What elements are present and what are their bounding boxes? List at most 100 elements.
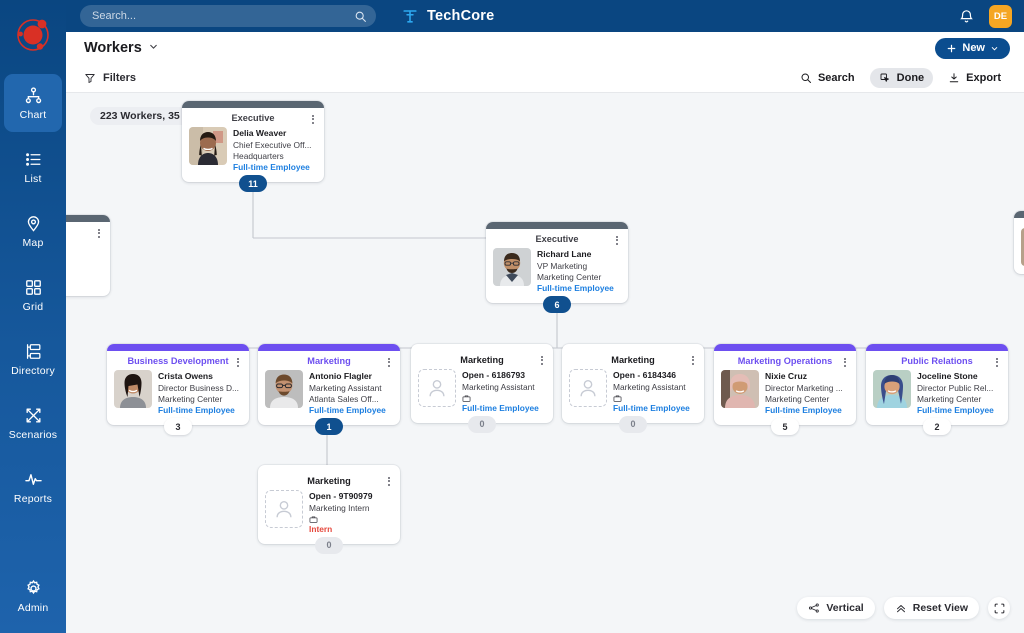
card-body: Open - 6184346 Marketing Assistant Full-… [562,367,704,423]
card-info: Open - 6184346 Marketing Assistant Full-… [613,369,697,415]
org-card-open-9t90979[interactable]: Marketing Open - 9T90979 Marketing Inter… [258,465,400,554]
card-menu-icon[interactable] [233,356,243,368]
partial-card-left[interactable]: ee [66,215,110,297]
header-actions: Search Done Export [791,68,1010,88]
card-menu-icon[interactable] [94,227,104,239]
list-icon [25,152,41,166]
org-card-marketing-antonio[interactable]: Marketing Antonio Flagler Marketing Assi… [258,344,400,436]
card-body: Open - 6186793 Marketing Assistant Full-… [411,367,553,423]
sidebar-item-scenarios[interactable]: Scenarios [4,394,62,452]
partial-card-right[interactable] [1014,211,1024,274]
bell-icon[interactable] [958,8,975,25]
fit-screen-icon [994,603,1004,613]
avatar-photo [493,248,531,287]
org-card-open-6186793[interactable]: Marketing Open - 6186793 Marketing Assis… [411,344,553,433]
sidebar-item-grid[interactable]: Grid [4,266,62,324]
card-report-count[interactable]: 5 [771,418,799,436]
card-employment-type: Full-time Employee [917,405,994,416]
export-button[interactable]: Export [939,68,1010,88]
filter-icon [85,74,95,83]
org-card-public-relations[interactable]: Public Relations Joceline Stone Director… [866,344,1008,436]
app-logo[interactable] [0,0,66,68]
reset-view-button[interactable]: Reset View [883,597,979,619]
fit-screen-button[interactable] [988,597,1010,619]
org-chart-canvas[interactable]: 223 Workers, 35 Open Positions (258 Tota… [66,93,1024,633]
techcore-logo-icon [403,10,417,23]
card-report-count[interactable]: 11 [239,175,267,193]
card-body: Crista Owens Director Business D... Mark… [107,368,249,425]
card-menu-icon[interactable] [992,356,1002,368]
sidebar-item-list[interactable]: List [4,138,62,196]
org-card-business-development[interactable]: Business Development Crista Owens Direct… [107,344,249,436]
card-menu-icon[interactable] [384,356,394,368]
org-card-marketing-operations[interactable]: Marketing Operations Nixie Cruz Director… [714,344,856,436]
card-menu-icon[interactable] [840,356,850,368]
card-photo [721,370,759,409]
avatar[interactable]: DE [989,4,1012,28]
done-button[interactable]: Done [869,68,934,88]
card-report-count[interactable]: 0 [619,415,647,433]
card-dept: Marketing Operations [714,351,856,368]
card-photo-placeholder [569,369,607,408]
card-employment-type: Intern [309,524,333,535]
cursor-select-icon [880,73,889,82]
card-info: Crista Owens Director Business D... Mark… [158,370,242,417]
card-body: Joceline Stone Director Public Rel... Ma… [866,368,1008,425]
sidebar-item-admin[interactable]: Admin [4,567,62,625]
sidebar-item-map[interactable]: Map [4,202,62,260]
placeholder-avatar-icon [580,380,596,397]
sidebar-nav: Chart List Map Grid Directory Scenarios … [0,68,66,516]
chevron-down-icon[interactable] [148,41,159,55]
org-card-ceo[interactable]: Executive Delia Weaver Chief Executive O… [182,101,324,193]
gear-icon [26,579,40,594]
sidebar-bottom: Admin [0,561,66,633]
sidebar-item-chart[interactable]: Chart [4,74,62,132]
card-report-count[interactable]: 3 [164,418,192,436]
collapse-up-icon [896,605,905,613]
card-photo-placeholder [265,490,303,529]
card-body: Delia Weaver Chief Executive Off... Head… [182,125,324,182]
page-header: Workers New Filters Search Done Export [66,32,1024,93]
card-report-count[interactable]: 6 [543,296,571,314]
card-employment-type: Full-time Employee [613,403,690,414]
filters-button[interactable]: Filters [84,72,136,84]
sidebar-item-directory[interactable]: Directory [4,330,62,388]
placeholder-avatar-icon [429,380,445,397]
search-input[interactable] [92,10,348,22]
org-card-open-6184346[interactable]: Marketing Open - 6184346 Marketing Assis… [562,344,704,433]
briefcase-icon [613,395,622,402]
card-employment-type: Full-time Employee [309,405,386,416]
orbit-logo-icon [17,19,49,51]
sidebar-item-label: Scenarios [8,428,58,441]
card-name: Crista Owens [158,371,213,382]
card-menu-icon[interactable] [537,354,547,366]
header-title-row: Workers New [66,32,1024,64]
card-menu-icon[interactable] [308,113,318,125]
global-search[interactable] [80,5,376,27]
card-report-count[interactable]: 1 [315,418,343,436]
done-button-label: Done [896,72,925,84]
card-menu-icon[interactable] [688,354,698,366]
card-dept: Public Relations [866,351,1008,368]
sidebar-item-label: List [24,172,42,185]
card-report-count[interactable]: 0 [315,536,343,554]
card-title: Director Marketing ... [765,382,843,393]
card-header-bar [107,344,249,351]
brand-name: TechCore [427,8,495,24]
search-icon[interactable] [354,10,367,23]
new-button[interactable]: New [935,37,1010,59]
org-card-vp-marketing[interactable]: Executive Richard Lane VP Marketing Mark… [486,222,628,314]
reset-view-label: Reset View [912,602,968,614]
card-info: Delia Weaver Chief Executive Off... Head… [233,127,317,174]
card-report-count[interactable]: 2 [923,418,951,436]
card-menu-icon[interactable] [384,475,394,487]
search-button[interactable]: Search [791,68,864,88]
card-report-count[interactable]: 0 [468,415,496,433]
card-menu-icon[interactable] [612,234,622,246]
card-location: Marketing Center [765,394,830,405]
orientation-toggle[interactable]: Vertical [797,597,875,619]
sidebar-item-reports[interactable]: Reports [4,458,62,516]
app-root: Chart List Map Grid Directory Scenarios … [0,0,1024,633]
card-photo [873,370,911,409]
card-title: Marketing Assistant [309,382,382,393]
